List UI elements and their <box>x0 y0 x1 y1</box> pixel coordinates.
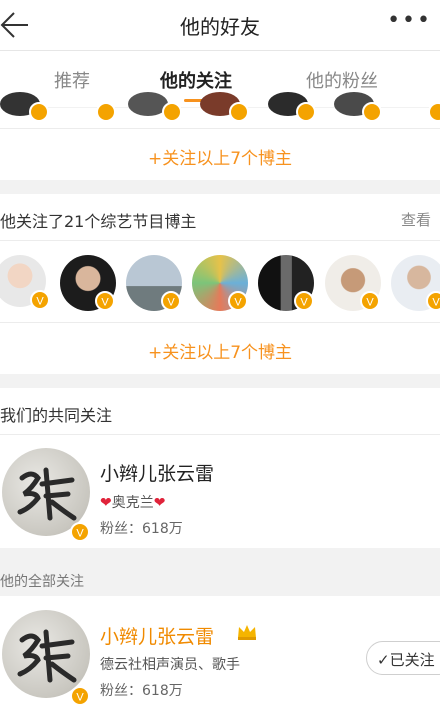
verified-badge-icon <box>162 102 182 122</box>
verified-badge-icon: V <box>360 291 380 311</box>
heart-icon: ❤ <box>100 495 112 511</box>
follow-all-button[interactable]: +关注以上7个博主 <box>0 338 440 363</box>
verified-badge-icon: V <box>70 522 90 542</box>
more-dots-icon[interactable]: ••• <box>387 8 432 33</box>
page-title: 他的好友 <box>180 15 260 39</box>
divider <box>0 128 440 129</box>
heart-icon: ❤ <box>153 495 166 511</box>
svg-text:V: V <box>300 297 308 309</box>
follow-all-button[interactable]: +关注以上7个博主 <box>0 144 440 169</box>
tab-his-following[interactable]: 他的关注 <box>160 67 232 93</box>
user-name[interactable]: 小辫儿张云雷 <box>100 622 214 649</box>
mutual-follow-title: 我们的共同关注 <box>0 406 113 425</box>
followed-button[interactable]: ✓已关注 <box>366 641 440 675</box>
tab-his-fans[interactable]: 他的粉丝 <box>306 67 378 93</box>
verified-badge-icon <box>96 102 116 122</box>
fans-count: 粉丝：618万 <box>100 521 183 537</box>
tab-recommended[interactable]: 推荐 <box>54 67 90 93</box>
recommended-group-card: +关注以上7个博主 <box>0 92 440 180</box>
user-tag-text: 奥克兰 <box>111 495 154 511</box>
variety-group-title: 他关注了21个综艺节目博主 <box>0 212 197 231</box>
user-description: 德云社相声演员、歌手 <box>100 657 240 673</box>
verified-badge-icon: V <box>294 291 314 311</box>
user-name[interactable]: 小辫儿张云雷 <box>100 459 214 486</box>
svg-text:V: V <box>76 692 84 704</box>
verified-badge-icon <box>428 102 440 122</box>
verified-badge-icon: V <box>161 291 181 311</box>
vip-crown-icon <box>236 622 258 642</box>
verified-badge-icon: V <box>228 291 248 311</box>
verified-badge-icon: V <box>426 291 440 311</box>
variety-group-card: 他关注了21个综艺节目博主 查看 V V V V V V V +关注以上7个博主 <box>0 194 440 374</box>
verified-badge-icon: V <box>30 290 50 310</box>
avatar[interactable] <box>2 610 90 698</box>
top-bar: 他的好友 ••• <box>0 0 440 51</box>
view-link[interactable]: 查看 <box>401 209 431 230</box>
svg-text:V: V <box>101 297 109 309</box>
svg-text:V: V <box>234 297 242 309</box>
verified-badge-icon <box>296 102 316 122</box>
divider <box>0 322 440 323</box>
verified-badge-icon <box>29 102 49 122</box>
mutual-follow-card: 我们的共同关注 V 小辫儿张云雷 ❤奥克兰❤ 粉丝：618万 <box>0 388 440 548</box>
svg-text:V: V <box>432 297 440 309</box>
svg-text:V: V <box>167 297 175 309</box>
svg-text:V: V <box>36 296 44 308</box>
divider <box>0 434 440 435</box>
all-following-title: 他的全部关注 <box>0 574 84 590</box>
verified-badge-icon: V <box>70 686 90 706</box>
fans-count: 粉丝：618万 <box>100 683 183 699</box>
verified-badge-icon <box>362 102 382 122</box>
divider <box>0 240 440 241</box>
verified-badge-icon <box>229 102 249 122</box>
verified-badge-icon: V <box>95 291 115 311</box>
user-tag: ❤奥克兰❤ <box>100 492 165 512</box>
followed-label: 已关注 <box>389 651 435 669</box>
svg-text:V: V <box>76 528 84 540</box>
svg-text:V: V <box>366 297 374 309</box>
checkmark-icon: ✓ <box>377 651 390 669</box>
